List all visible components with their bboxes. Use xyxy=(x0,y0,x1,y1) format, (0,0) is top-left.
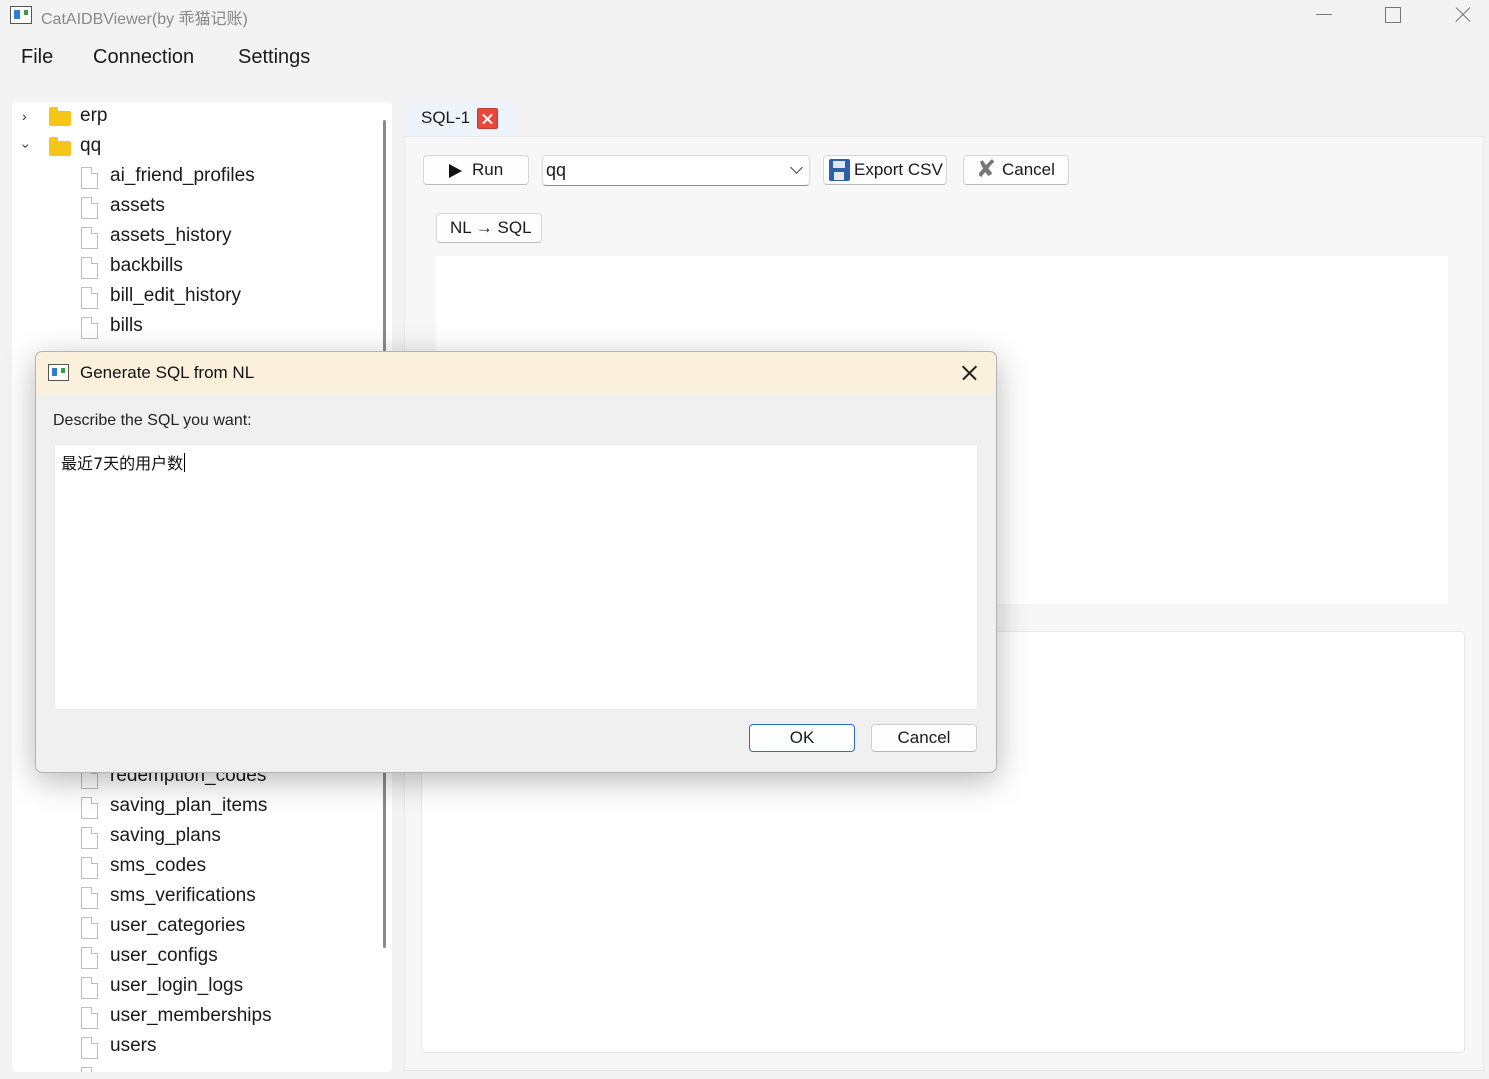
table-file-icon xyxy=(81,197,98,219)
table-file-icon xyxy=(81,1037,98,1059)
table-file-icon xyxy=(81,227,98,249)
tree-table-item[interactable]: ai_friend_profiles xyxy=(12,162,382,192)
tree-table-label: sms_verifications xyxy=(110,885,256,906)
play-icon xyxy=(449,164,462,178)
floppy-disk-icon xyxy=(829,159,850,181)
table-file-icon xyxy=(81,857,98,879)
chevron-right-icon[interactable]: › xyxy=(22,108,27,124)
tree-table-label: ai_friend_profiles xyxy=(110,165,255,186)
tree-table-item[interactable]: assets xyxy=(12,192,382,222)
minimize-button[interactable] xyxy=(1292,0,1356,30)
text-caret xyxy=(184,453,186,472)
tree-table-label: bills xyxy=(110,315,143,336)
table-file-icon xyxy=(81,1007,98,1029)
table-file-icon xyxy=(81,887,98,909)
tree-table-item[interactable]: assets_history xyxy=(12,222,382,252)
menu-connection[interactable]: Connection xyxy=(93,46,194,69)
close-icon[interactable] xyxy=(954,360,984,386)
database-select-value: qq xyxy=(546,160,567,180)
tree-table-item-partial[interactable] xyxy=(12,1062,382,1072)
chevron-down-icon[interactable]: › xyxy=(18,144,34,149)
tree-table-label: saving_plans xyxy=(110,825,221,846)
tree-table-label: bill_edit_history xyxy=(110,285,241,306)
tree-table-item[interactable]: bill_edit_history xyxy=(12,282,382,312)
tab-sql-1[interactable]: SQL-1 xyxy=(404,102,516,136)
tree-table-label: assets xyxy=(110,195,165,216)
tree-table-label: sms_codes xyxy=(110,855,207,876)
chevron-down-icon xyxy=(790,161,803,174)
folder-icon xyxy=(49,137,71,156)
export-csv-button[interactable]: Export CSV xyxy=(823,155,947,185)
cancel-query-button[interactable]: ✘ Cancel xyxy=(963,155,1069,185)
app-icon xyxy=(48,364,69,381)
nl-sql-label: NL → SQL xyxy=(450,218,532,237)
table-file-icon xyxy=(81,797,98,819)
tree-table-label: user_memberships xyxy=(110,1005,272,1026)
cancel-button[interactable]: Cancel xyxy=(871,724,977,752)
nl-input-text: 最近7天的用户数 xyxy=(61,454,184,473)
database-select[interactable]: qq xyxy=(542,155,810,186)
maximize-button[interactable] xyxy=(1360,0,1424,30)
prompt-label: Describe the SQL you want: xyxy=(53,412,252,429)
menu-settings[interactable]: Settings xyxy=(238,46,310,69)
dialog-title-bar: Generate SQL from NL xyxy=(36,352,996,394)
title-bar: CatAIDBViewer(by 乖猫记账) xyxy=(0,0,1489,30)
tree-table-item[interactable]: user_login_logs xyxy=(12,972,382,1002)
tree-table-label: user_configs xyxy=(110,945,218,966)
tree-db-qq[interactable]: › qq xyxy=(12,132,382,162)
table-file-icon xyxy=(81,257,98,279)
cancel-label: Cancel xyxy=(1002,160,1055,179)
cancel-x-icon: ✘ xyxy=(976,156,997,183)
table-file-icon xyxy=(81,317,98,339)
run-label: Run xyxy=(472,160,504,179)
tree-table-item[interactable]: saving_plans xyxy=(12,822,382,852)
tree-table-item[interactable]: users xyxy=(12,1032,382,1062)
table-file-icon xyxy=(81,917,98,939)
tree-table-item[interactable]: sms_verifications xyxy=(12,882,382,912)
tree-db-label: qq xyxy=(80,135,102,156)
table-file-icon xyxy=(81,827,98,849)
table-file-icon xyxy=(81,287,98,309)
table-file-icon xyxy=(81,167,98,189)
tree-table-item[interactable]: sms_codes xyxy=(12,852,382,882)
ok-button[interactable]: OK xyxy=(749,724,855,752)
tree-table-label: assets_history xyxy=(110,225,232,246)
close-tab-icon[interactable] xyxy=(477,108,498,129)
tree-db-erp[interactable]: › erp xyxy=(12,102,382,132)
dialog-title: Generate SQL from NL xyxy=(80,363,255,382)
nl-sql-dialog: Generate SQL from NL Describe the SQL yo… xyxy=(35,351,997,773)
export-label: Export CSV xyxy=(854,160,943,179)
tab-label: SQL-1 xyxy=(421,108,471,127)
tree-table-label: user_categories xyxy=(110,915,246,936)
tree-table-item[interactable]: user_memberships xyxy=(12,1002,382,1032)
tree-table-label: user_login_logs xyxy=(110,975,244,996)
window-title: CatAIDBViewer(by 乖猫记账) xyxy=(41,11,248,28)
tree-table-item[interactable]: user_categories xyxy=(12,912,382,942)
table-file-icon xyxy=(81,947,98,969)
tree-table-label: backbills xyxy=(110,255,183,276)
run-button[interactable]: Run xyxy=(423,155,529,185)
tree-db-label: erp xyxy=(80,105,108,126)
nl-to-sql-button[interactable]: NL → SQL xyxy=(436,213,542,243)
menu-file[interactable]: File xyxy=(21,46,53,69)
tree-table-item[interactable]: user_configs xyxy=(12,942,382,972)
tree-table-label: saving_plan_items xyxy=(110,795,268,816)
tree-table-item[interactable]: bills xyxy=(12,312,382,342)
folder-icon xyxy=(49,107,71,126)
table-file-icon xyxy=(81,977,98,999)
close-window-button[interactable] xyxy=(1430,0,1489,30)
app-icon xyxy=(10,6,32,24)
nl-description-input[interactable]: 最近7天的用户数 xyxy=(54,444,978,710)
table-file-icon xyxy=(81,1067,98,1072)
tree-table-item[interactable]: backbills xyxy=(12,252,382,282)
tree-table-label: users xyxy=(110,1035,157,1056)
tree-table-item[interactable]: saving_plan_items xyxy=(12,792,382,822)
